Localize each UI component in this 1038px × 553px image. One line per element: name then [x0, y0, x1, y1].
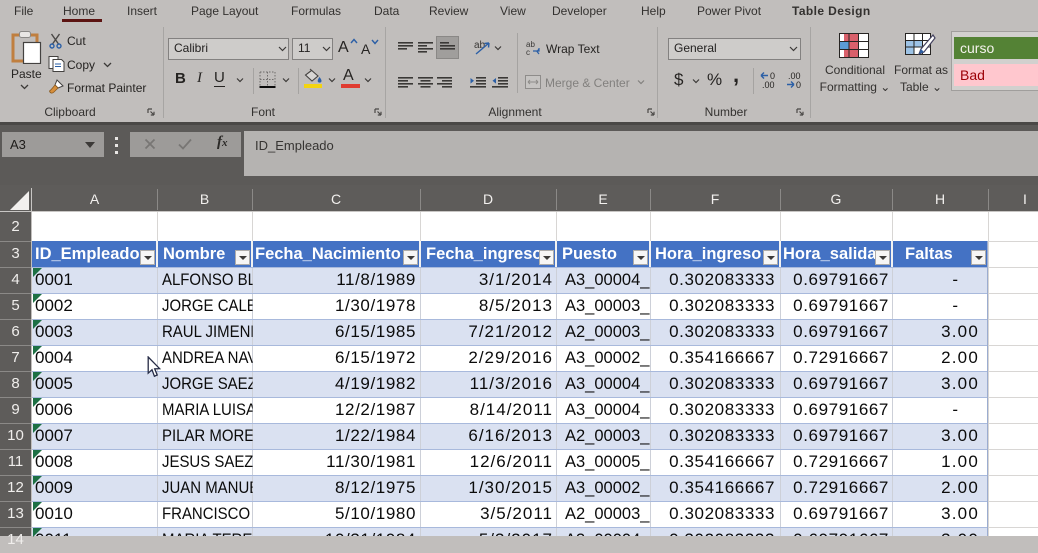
svg-text:ab: ab	[474, 40, 486, 51]
svg-text:0: 0	[796, 80, 801, 89]
svg-text:.00: .00	[762, 80, 775, 89]
svg-text:c: c	[526, 48, 530, 56]
